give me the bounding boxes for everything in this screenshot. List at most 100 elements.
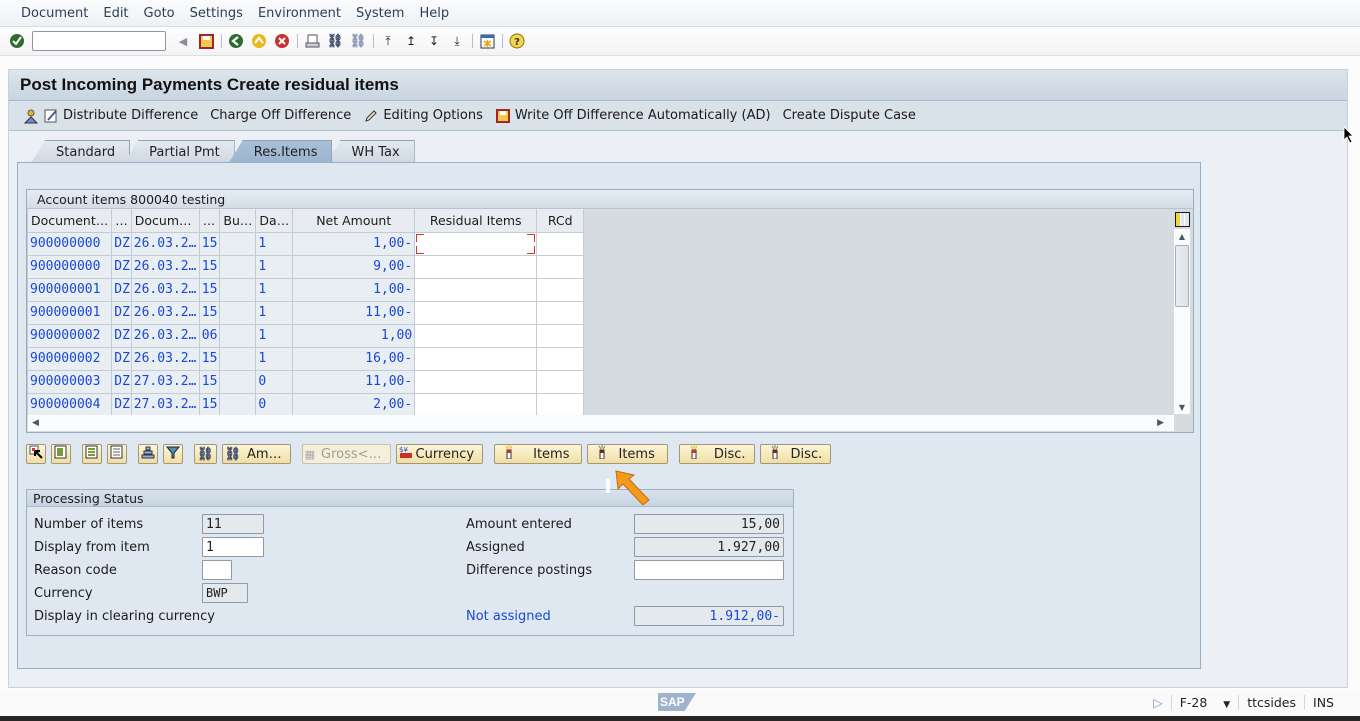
table-row[interactable]: 900000000 DZ 26.03.2… 15 1 1,00- (26, 231, 585, 256)
residual-items-input-cell[interactable] (414, 323, 538, 348)
reason-code-field[interactable] (202, 560, 232, 580)
back-icon[interactable] (227, 32, 245, 50)
distribute-difference-button[interactable]: Distribute Difference (23, 108, 198, 124)
table-row[interactable]: 900000002 DZ 26.03.2… 15 1 16,00- (26, 346, 585, 371)
reason-code-input-cell[interactable] (536, 346, 585, 371)
scroll-left-icon[interactable]: ◀ (32, 418, 39, 428)
column-header-key[interactable]: … (198, 209, 221, 233)
sort-button[interactable] (138, 444, 158, 464)
reason-code-input-cell[interactable] (536, 323, 585, 348)
residual-items-input-cell[interactable] (414, 254, 538, 279)
residual-items-input-cell[interactable] (414, 392, 538, 417)
document-date-cell: 26.03.2… (130, 277, 200, 302)
menu-goto[interactable]: Goto (144, 6, 175, 21)
gross-net-button[interactable]: ▦ Gross<… (301, 444, 391, 464)
column-header-days[interactable]: Da… (255, 209, 294, 233)
column-settings-icon[interactable] (1175, 212, 1190, 227)
column-header-business-area[interactable]: Bu… (219, 209, 257, 233)
menu-document[interactable]: Document (21, 6, 88, 21)
column-header-type[interactable]: … (111, 209, 132, 233)
menu-settings[interactable]: Settings (190, 6, 243, 21)
print-icon[interactable] (303, 32, 321, 50)
scroll-thumb[interactable] (1175, 245, 1189, 307)
column-header-residual-items[interactable]: Residual Items (414, 209, 538, 233)
deselect-all-button[interactable] (107, 444, 127, 464)
write-off-difference-button[interactable]: Write Off Difference Automatically (AD) (495, 108, 771, 124)
search-button[interactable]: ⛓ (194, 444, 217, 464)
currency-button[interactable]: $¥ Currency (395, 444, 484, 464)
menu-system[interactable]: System (356, 6, 404, 21)
insert-mode: INS (1304, 695, 1342, 710)
tab-partial-pmt[interactable]: Partial Pmt (124, 140, 235, 163)
table-row[interactable]: 900000002 DZ 26.03.2… 06 1 1,00 (26, 323, 585, 348)
dropdown-icon[interactable]: ▼ (1223, 700, 1230, 710)
mouse-pointer-icon (1343, 126, 1354, 144)
find-icon[interactable]: ⛓ (326, 32, 344, 50)
expand-status-icon[interactable]: ▷ (1145, 695, 1171, 710)
table-row[interactable]: 900000000 DZ 26.03.2… 15 1 9,00- (26, 254, 585, 279)
editing-options-button[interactable]: Editing Options (363, 108, 483, 124)
last-page-icon[interactable]: ⤓ (448, 32, 466, 50)
vertical-scrollbar[interactable]: ▲ ▼ (1174, 229, 1190, 414)
residual-items-input-cell[interactable] (414, 300, 538, 325)
save-icon[interactable] (197, 32, 215, 50)
previous-page-icon[interactable]: ↥ (402, 32, 420, 50)
scroll-up-icon[interactable]: ▲ (1174, 229, 1190, 243)
display-clearing-currency-label[interactable]: Display in clearing currency (34, 606, 215, 626)
menu-help[interactable]: Help (419, 6, 449, 21)
filter-button[interactable] (163, 444, 183, 464)
scroll-down-icon[interactable]: ▼ (1174, 400, 1190, 414)
find-next-icon[interactable]: ⛓ (349, 32, 367, 50)
reason-code-input-cell[interactable] (536, 392, 585, 417)
search-amount-button[interactable]: ⛓ Am… (221, 444, 291, 464)
horizontal-scrollbar[interactable]: ◀ ▶ (28, 415, 1174, 431)
residual-items-input-cell[interactable] (414, 277, 538, 302)
table-row[interactable]: 900000001 DZ 26.03.2… 15 1 11,00- (26, 300, 585, 325)
tab-res-items[interactable]: Res.Items (228, 140, 333, 163)
first-page-icon[interactable]: ⤒ (379, 32, 397, 50)
menu-environment[interactable]: Environment (258, 6, 341, 21)
activate-discount-button[interactable]: Disc. (678, 444, 755, 464)
back-nav-icon[interactable]: ◀ (174, 32, 192, 50)
reason-code-input-cell[interactable] (536, 277, 585, 302)
table-row[interactable]: 900000004 DZ 27.03.2… 15 0 2,00- (26, 392, 585, 417)
column-header-reason-code[interactable]: RCd (536, 209, 585, 233)
display-from-item-field[interactable]: 1 (202, 537, 264, 557)
enter-icon[interactable] (8, 32, 26, 50)
table-row[interactable]: 900000003 DZ 27.03.2… 15 0 11,00- (26, 369, 585, 394)
column-header-net-amount[interactable]: Net Amount (292, 209, 416, 233)
residual-items-input-cell[interactable] (414, 369, 538, 394)
select-all-items-button[interactable] (82, 444, 102, 464)
layout-icon[interactable] (478, 32, 496, 50)
command-field[interactable] (32, 31, 166, 51)
document-number-cell: 900000001 (26, 300, 113, 325)
scroll-right-icon[interactable]: ▶ (1157, 418, 1164, 428)
tab-standard[interactable]: Standard (31, 140, 131, 163)
exit-icon[interactable] (250, 32, 268, 50)
net-amount-cell: 9,00- (292, 254, 416, 279)
charge-off-difference-button[interactable]: Charge Off Difference (210, 108, 351, 123)
column-header-document[interactable]: Document… (26, 209, 113, 233)
reason-code-input-cell[interactable] (536, 254, 585, 279)
create-dispute-case-button[interactable]: Create Dispute Case (783, 108, 916, 123)
difference-postings-field[interactable] (634, 560, 784, 580)
deactivate-items-button[interactable]: Items (587, 444, 668, 464)
column-header-doc-date[interactable]: Docum… (130, 209, 200, 233)
tab-wh-tax[interactable]: WH Tax (326, 140, 415, 163)
select-block-button[interactable] (51, 444, 71, 464)
cancel-icon[interactable] (273, 32, 291, 50)
transaction-code[interactable]: F-28 ▼ (1170, 695, 1239, 710)
amount-entered-label: Amount entered (466, 516, 572, 532)
activate-items-button[interactable]: Items (494, 444, 583, 464)
help-icon[interactable]: ? (508, 32, 526, 50)
select-all-button[interactable] (26, 444, 46, 464)
residual-items-input-cell[interactable] (414, 346, 538, 371)
deactivate-discount-button[interactable]: Disc. (759, 444, 832, 464)
reason-code-input-cell[interactable] (536, 369, 585, 394)
table-row[interactable]: 900000001 DZ 26.03.2… 15 1 1,00- (26, 277, 585, 302)
residual-items-input-cell[interactable] (414, 231, 538, 256)
menu-edit[interactable]: Edit (103, 6, 128, 21)
next-page-icon[interactable]: ↧ (425, 32, 443, 50)
reason-code-input-cell[interactable] (536, 231, 585, 256)
reason-code-input-cell[interactable] (536, 300, 585, 325)
